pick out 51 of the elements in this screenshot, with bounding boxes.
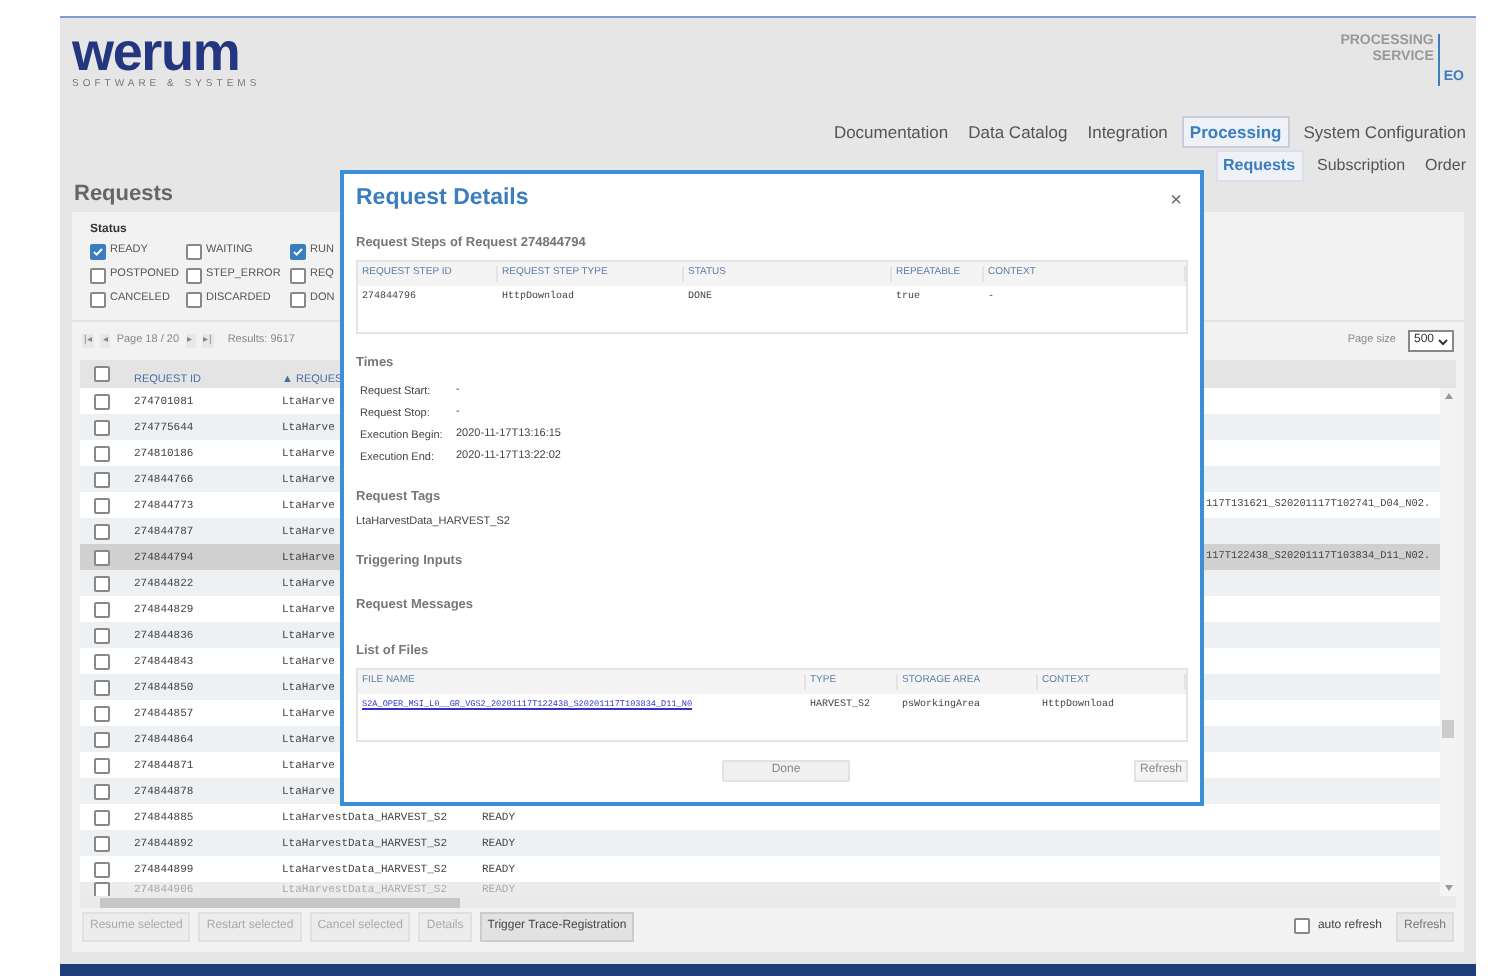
checkbox[interactable] xyxy=(94,471,110,487)
checkbox[interactable] xyxy=(94,783,110,799)
logo: werum xyxy=(72,28,240,76)
check-icon xyxy=(92,245,104,257)
checkbox[interactable] xyxy=(94,731,110,747)
checkbox[interactable] xyxy=(94,601,110,617)
checkbox[interactable] xyxy=(94,366,110,382)
checkbox[interactable] xyxy=(94,575,110,591)
checkbox[interactable] xyxy=(90,267,106,283)
scroll-up-icon[interactable] xyxy=(1443,392,1453,400)
nav-tab[interactable]: Processing xyxy=(1181,115,1290,149)
subnav-tab[interactable]: Order xyxy=(1419,152,1472,180)
checkbox[interactable] xyxy=(94,653,110,669)
checkbox[interactable] xyxy=(290,243,306,259)
checkbox[interactable] xyxy=(90,243,106,259)
nav-tab[interactable]: Integration xyxy=(1081,117,1174,147)
vertical-scrollbar[interactable] xyxy=(1440,388,1456,896)
checkbox[interactable] xyxy=(94,861,110,877)
nav-tab[interactable]: Data Catalog xyxy=(962,117,1074,147)
dialog-title: Request Details xyxy=(356,184,529,215)
checkbox[interactable] xyxy=(94,393,110,409)
checkbox[interactable] xyxy=(1293,918,1310,934)
checkbox[interactable] xyxy=(290,291,306,307)
subnav-tab[interactable]: Requests xyxy=(1215,150,1304,182)
close-button[interactable]: × xyxy=(1170,185,1182,215)
scrollbar-thumb[interactable] xyxy=(100,897,460,907)
checkbox[interactable] xyxy=(290,267,306,283)
checkbox[interactable] xyxy=(94,835,110,851)
checkbox[interactable] xyxy=(94,549,110,565)
checkbox[interactable] xyxy=(94,809,110,825)
checkbox[interactable] xyxy=(94,627,110,643)
checkbox[interactable] xyxy=(186,267,202,283)
checkbox[interactable] xyxy=(186,243,202,259)
subnav-tab[interactable]: Subscription xyxy=(1311,152,1412,180)
checkbox[interactable] xyxy=(94,445,110,461)
checkbox[interactable] xyxy=(94,679,110,695)
nav-tab[interactable]: System Configuration xyxy=(1297,117,1472,147)
check-icon xyxy=(292,245,304,257)
checkbox[interactable] xyxy=(94,497,110,513)
checkbox[interactable] xyxy=(90,291,106,307)
checkbox[interactable] xyxy=(94,705,110,721)
scrollbar-thumb[interactable] xyxy=(1442,720,1454,738)
checkbox[interactable] xyxy=(94,757,110,773)
chevron-down-icon xyxy=(1438,337,1448,345)
checkbox[interactable] xyxy=(94,523,110,539)
checkbox[interactable] xyxy=(94,419,110,435)
page-title: Requests xyxy=(74,180,174,208)
scroll-down-icon[interactable] xyxy=(1443,884,1453,892)
horizontal-scrollbar[interactable] xyxy=(80,896,1456,908)
nav-tab[interactable]: Documentation xyxy=(827,117,955,147)
checkbox[interactable] xyxy=(186,291,202,307)
